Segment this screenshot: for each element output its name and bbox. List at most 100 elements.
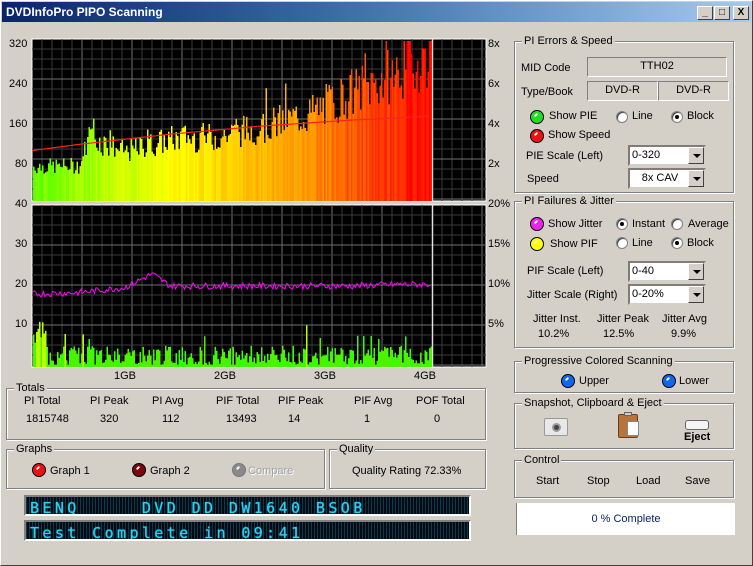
pie-bar (75, 170, 77, 201)
compare-label[interactable]: Compare (248, 465, 293, 477)
pie-bar (429, 41, 431, 201)
pie-line-radio[interactable] (616, 111, 628, 123)
pif-line-label[interactable]: Line (632, 237, 653, 249)
pie-bar (264, 142, 266, 201)
pie-bar (183, 127, 185, 201)
chevron-down-icon[interactable] (688, 286, 704, 303)
pie-bar (211, 144, 213, 201)
graph2-led-icon[interactable] (132, 463, 146, 477)
show-pie-led-icon[interactable] (530, 110, 544, 124)
show-pie-label[interactable]: Show PIE (549, 110, 597, 122)
pif-bar (117, 348, 119, 367)
jitter-scale-value: 0-20% (632, 288, 664, 300)
pif-bar (69, 350, 71, 367)
pif-bar (45, 330, 47, 367)
pif-scale-value: 0-40 (632, 265, 655, 277)
pie-bar (277, 113, 279, 201)
pif-bar (355, 360, 357, 367)
graph1-led-icon[interactable] (32, 463, 46, 477)
pif-bar (162, 364, 164, 367)
jitter-scale-select[interactable]: 0-20% (628, 284, 706, 305)
show-jitter-label[interactable]: Show Jitter (548, 218, 602, 230)
pif-bar (372, 357, 374, 367)
pie-block-label[interactable]: Block (687, 110, 714, 122)
graphs-title: Graphs (14, 443, 55, 455)
upper-led-icon[interactable] (561, 374, 575, 388)
pif-block-label[interactable]: Block (687, 237, 714, 249)
speed-select[interactable]: 8x CAV (628, 168, 706, 189)
compare-led-icon[interactable] (232, 463, 246, 477)
upper-label[interactable]: Upper (579, 375, 609, 387)
pie-line-label[interactable]: Line (632, 110, 653, 122)
pie-bar (235, 119, 237, 201)
jitter-average-radio[interactable] (671, 218, 683, 230)
pie-bar (270, 138, 272, 201)
pif-bar (145, 361, 147, 367)
pie-bar (339, 116, 341, 201)
pif-bar (381, 350, 383, 367)
eject-button[interactable]: Eject (684, 431, 710, 443)
pie-bar (268, 138, 270, 201)
pif-bar (306, 325, 308, 367)
pie-bar (247, 132, 249, 201)
show-pif-label[interactable]: Show PIF (550, 238, 598, 250)
show-speed-led-icon[interactable] (530, 129, 544, 143)
pif-bar (400, 345, 402, 367)
pie-bar (393, 86, 395, 201)
pie-bar (408, 41, 410, 201)
pie-bar (423, 48, 425, 202)
load-button[interactable]: Load (636, 475, 660, 487)
pif-block-radio[interactable] (671, 237, 683, 249)
chevron-down-icon[interactable] (688, 147, 704, 164)
clipboard-icon[interactable] (618, 412, 639, 438)
chevron-down-icon[interactable] (688, 170, 704, 187)
pif-bar (93, 347, 95, 367)
pie-scale-select[interactable]: 0-320 (628, 145, 706, 166)
pie-bar (297, 118, 299, 201)
start-button[interactable]: Start (536, 475, 559, 487)
pif-bar (255, 363, 257, 367)
pif-bar (207, 364, 209, 367)
graph2-label[interactable]: Graph 2 (150, 465, 190, 477)
pie-bar (120, 142, 122, 201)
pie-bar (180, 131, 182, 201)
show-pif-led-icon[interactable] (530, 237, 544, 251)
stop-button[interactable]: Stop (587, 475, 610, 487)
pif-bar (91, 346, 93, 367)
pie-bar (51, 165, 53, 201)
pif-bar (63, 346, 65, 367)
graph1-label[interactable]: Graph 1 (50, 465, 90, 477)
type-book-label: Type/Book (521, 86, 573, 98)
progressive-scanning-title: Progressive Colored Scanning (522, 355, 675, 367)
pif-bar (108, 354, 110, 367)
pie-bar (147, 129, 149, 201)
show-jitter-led-icon[interactable] (530, 217, 544, 231)
pie-bar (420, 75, 422, 201)
lower-led-icon[interactable] (662, 374, 676, 388)
pie-bar (267, 134, 269, 201)
pif-line-radio[interactable] (616, 237, 628, 249)
drive-icon[interactable] (685, 420, 709, 430)
pif-bar (411, 358, 413, 367)
pie-bar (126, 145, 128, 201)
pif-bar (156, 349, 158, 367)
chevron-down-icon[interactable] (688, 263, 704, 280)
pie-bar (382, 97, 384, 201)
jitter-average-label[interactable]: Average (688, 218, 729, 230)
camera-icon[interactable] (544, 418, 568, 436)
save-button[interactable]: Save (685, 475, 710, 487)
show-speed-label[interactable]: Show Speed (548, 129, 610, 141)
pif-bar (339, 354, 341, 367)
pif-bar (286, 361, 288, 367)
pif-bar (373, 348, 375, 367)
pif-scale-select[interactable]: 0-40 (628, 261, 706, 282)
pie-block-radio[interactable] (671, 111, 683, 123)
pif-bar (171, 361, 173, 367)
jitter-instant-label[interactable]: Instant (632, 218, 665, 230)
lower-label[interactable]: Lower (679, 375, 709, 387)
pif-bar (397, 354, 399, 367)
pie-bar (177, 135, 179, 201)
pie-bar (174, 149, 176, 201)
pie-bar (42, 165, 44, 201)
jitter-instant-radio[interactable] (616, 218, 628, 230)
